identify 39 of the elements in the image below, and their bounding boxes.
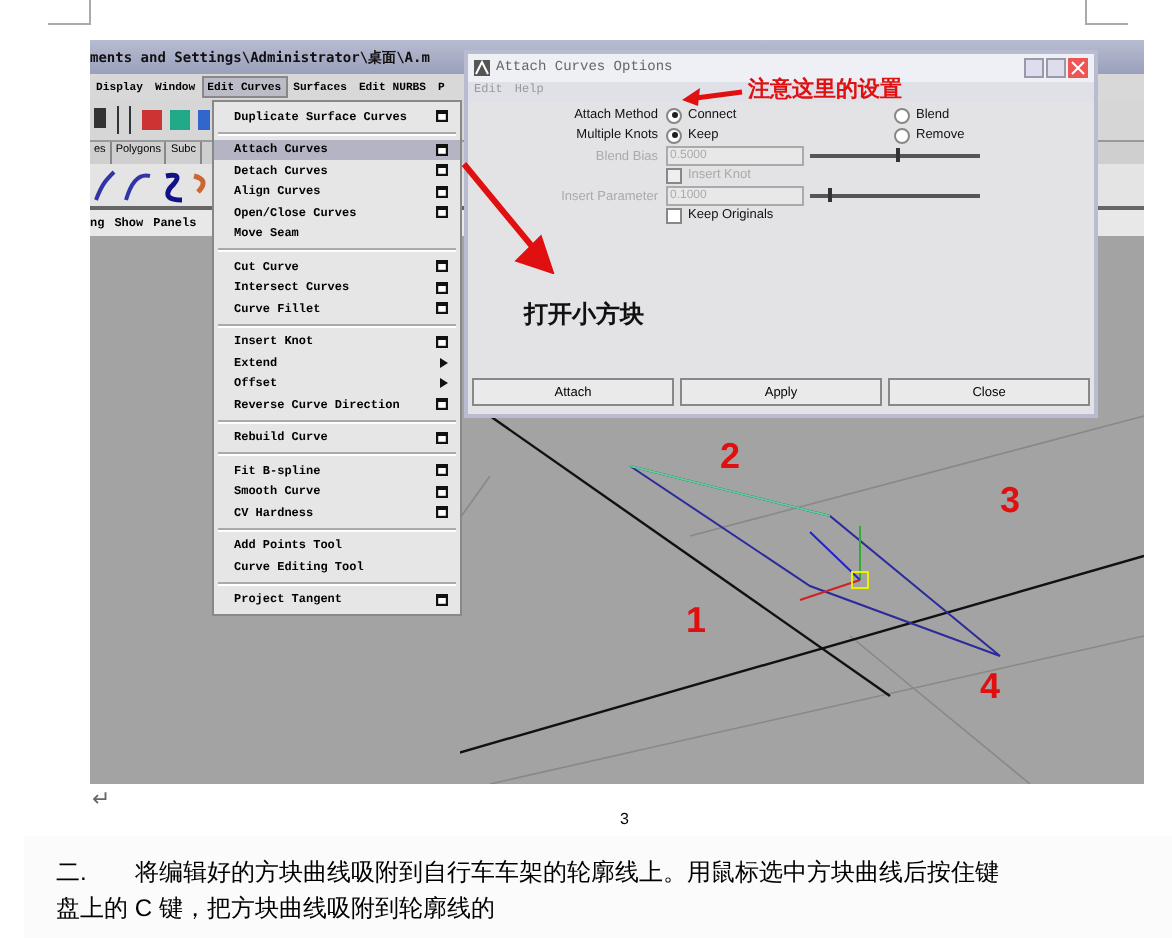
- option-box-icon: [436, 335, 448, 348]
- checkbox[interactable]: [666, 207, 682, 223]
- annotation-text: 注意这里的设置: [748, 74, 902, 104]
- radio-button[interactable]: [894, 127, 910, 143]
- pointer-arrow-drawing: [460, 160, 556, 274]
- paragraph-mark: ↵: [92, 786, 110, 812]
- option-box-icon: [436, 164, 448, 177]
- option-box-icon: [436, 260, 448, 273]
- app-icon: [474, 60, 490, 76]
- option-box-icon: [436, 593, 448, 606]
- annotation-number: 4: [980, 666, 1001, 708]
- radio-button[interactable]: [666, 127, 682, 143]
- option-box-icon: [436, 110, 448, 123]
- list-number: 二.: [56, 856, 87, 890]
- page-corner-mark: [48, 0, 92, 26]
- caption-text: 盘上的 C 键，把方块曲线吸附到轮廓线的: [56, 892, 495, 926]
- option-box-icon: [436, 431, 448, 444]
- toolbar-icons-drawing: [90, 100, 210, 140]
- window-controls-drawing: [1024, 58, 1088, 78]
- radio-button[interactable]: [894, 107, 910, 123]
- option-box-icon: [436, 506, 448, 519]
- option-box-icon: [436, 143, 448, 156]
- annotation-text: 打开小方块: [524, 298, 644, 332]
- pointer-arrow-drawing: [680, 84, 744, 108]
- option-box-icon: [436, 281, 448, 294]
- caption-text: 将编辑好的方块曲线吸附到自行车车架的轮廓线上。用鼠标选中方块曲线后按住键: [134, 856, 999, 890]
- page-corner-mark: [1084, 0, 1128, 26]
- option-box-icon: [436, 185, 448, 198]
- radio-button[interactable]: [666, 107, 682, 123]
- annotation-number: 2: [720, 436, 741, 478]
- edit-curves-menu[interactable]: [212, 100, 462, 616]
- option-box-icon: [436, 398, 448, 411]
- annotation-number: 3: [1000, 480, 1021, 522]
- option-box-icon: [436, 485, 448, 498]
- figure-label: 3: [620, 810, 629, 828]
- annotation-number: 1: [686, 600, 707, 642]
- option-box-icon: [436, 302, 448, 315]
- option-box-icon: [436, 206, 448, 219]
- option-box-icon: [436, 464, 448, 477]
